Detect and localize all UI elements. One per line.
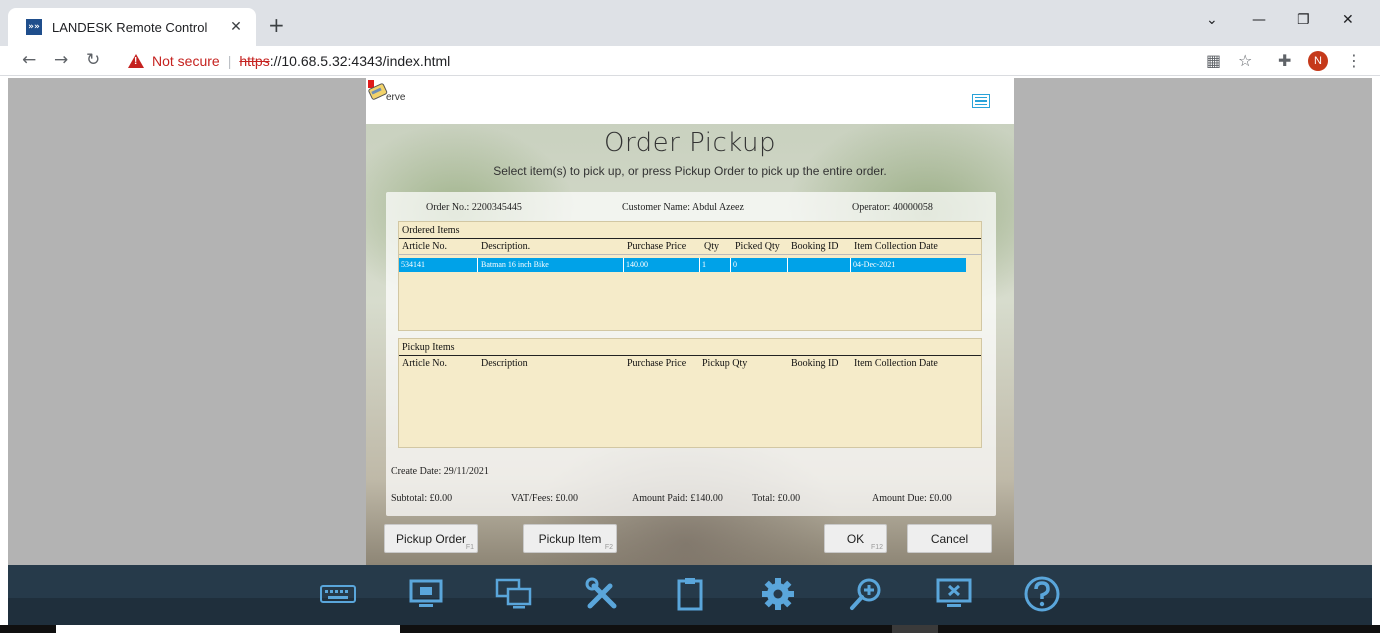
app-header: erve [366, 78, 1014, 124]
profile-avatar[interactable]: N [1308, 51, 1328, 71]
pickup-order-key: F1 [465, 544, 474, 551]
column-header: Description. [481, 241, 531, 252]
order-panel: Order No.: 2200345445 Customer Name: Abd… [386, 192, 996, 516]
column-header: Item Collection Date [854, 241, 938, 252]
pickup-order-button[interactable]: Pickup Order F1 [384, 524, 478, 553]
order-number: Order No.: 2200345445 [426, 202, 522, 213]
amount-due: Amount Due: £0.00 [872, 493, 952, 504]
url-scheme: https [239, 53, 270, 69]
column-header: Pickup Qty [702, 358, 748, 369]
tools-icon[interactable] [582, 574, 622, 614]
warning-icon [128, 54, 144, 68]
browser-tab-strip: »» LANDESK Remote Control ✕ + ⌄ — ❐ ✕ [0, 0, 1380, 46]
vat-fees: VAT/Fees: £0.00 [511, 493, 579, 504]
create-date: Create Date: 29/11/2021 [391, 466, 489, 477]
os-taskbar [0, 625, 1380, 633]
browser-toolbar: ← → ↻ Not secure | https ://10.68.5.32:4… [0, 46, 1380, 76]
restore-button[interactable]: ❐ [1297, 12, 1310, 28]
cancel-button[interactable]: Cancel [907, 524, 992, 553]
cell-qty: 1 [702, 260, 706, 269]
landesk-favicon-icon: »» [26, 19, 42, 35]
tab-title: LANDESK Remote Control [52, 19, 208, 35]
ordered-items-grid: Ordered Items Article No. Description. P… [398, 221, 982, 331]
url-text: ://10.68.5.32:4343/index.html [269, 53, 451, 69]
multi-monitor-icon[interactable] [494, 574, 534, 614]
ok-key: F12 [870, 544, 883, 551]
help-icon[interactable] [1022, 574, 1062, 614]
taskbar-app[interactable] [892, 625, 938, 633]
column-header: Article No. [402, 358, 447, 369]
customer-name: Customer Name: Abdul Azeez [622, 202, 744, 213]
gear-icon[interactable] [758, 574, 798, 614]
qr-code-icon[interactable]: ▦ [1206, 51, 1221, 70]
subtotal: Subtotal: £0.00 [391, 493, 453, 504]
not-secure-label[interactable]: Not secure [152, 53, 220, 69]
column-header: Item Collection Date [854, 358, 938, 369]
back-icon[interactable]: ← [22, 50, 36, 70]
page-title: Order Pickup [603, 128, 777, 158]
ok-label: OK [846, 531, 865, 546]
monitor-icon[interactable] [406, 574, 446, 614]
pickup-order-label: Pickup Order [395, 531, 467, 546]
close-screen-icon[interactable] [934, 574, 974, 614]
taskbar-search-box[interactable] [56, 625, 400, 633]
window-close-button[interactable]: ✕ [1342, 12, 1354, 28]
extensions-icon[interactable]: ✚ [1278, 51, 1291, 70]
column-header: Booking ID [791, 358, 839, 369]
tab-search-icon[interactable]: ⌄ [1206, 12, 1218, 28]
amount-paid: Amount Paid: £140.00 [632, 493, 723, 504]
minimize-button[interactable]: — [1252, 12, 1266, 28]
keyboard-icon[interactable] [318, 574, 358, 614]
omnibox-separator: | [227, 53, 232, 69]
pickup-item-button[interactable]: Pickup Item F2 [523, 524, 617, 553]
zoom-in-icon[interactable] [846, 574, 886, 614]
column-header: Qty [704, 241, 719, 252]
pickup-item-key: F2 [604, 544, 613, 551]
reload-icon[interactable]: ↻ [86, 50, 100, 70]
page-subtitle: Select item(s) to pick up, or press Pick… [493, 164, 887, 178]
new-tab-button[interactable]: + [268, 13, 285, 37]
address-bar[interactable]: Not secure | https ://10.68.5.32:4343/in… [118, 48, 1198, 74]
column-header: Booking ID [791, 241, 839, 252]
table-row[interactable]: 534141 Batman 16 inch Bike 140.00 1 0 04… [399, 258, 966, 272]
ok-button[interactable]: OK F12 [824, 524, 887, 553]
cell-picked-qty: 0 [733, 260, 737, 269]
ordered-items-header: Article No. Description. Purchase Price … [399, 239, 981, 255]
cell-description: Batman 16 inch Bike [481, 260, 549, 269]
tab-close-icon[interactable]: ✕ [226, 19, 246, 35]
column-header: Picked Qty [735, 241, 780, 252]
column-header: Description [481, 358, 528, 369]
app-logo-text: erve [386, 92, 406, 103]
cell-article: 534141 [401, 260, 425, 269]
remote-app-window: erve Order Pickup Select item(s) to pick… [366, 78, 1014, 568]
forward-icon[interactable]: → [54, 50, 68, 70]
column-header: Article No. [402, 241, 447, 252]
cancel-label: Cancel [930, 531, 969, 546]
cell-price: 140.00 [626, 260, 648, 269]
pickup-items-grid: Pickup Items Article No. Description Pur… [398, 338, 982, 448]
total: Total: £0.00 [752, 493, 801, 504]
browser-tab[interactable]: »» LANDESK Remote Control ✕ [8, 8, 256, 46]
pickup-items-header: Article No. Description Purchase Price P… [399, 356, 981, 372]
browser-menu-icon[interactable]: ⋮ [1346, 51, 1362, 70]
column-header: Purchase Price [627, 241, 687, 252]
ordered-items-title: Ordered Items [399, 222, 981, 239]
clipboard-icon[interactable] [670, 574, 710, 614]
pickup-item-label: Pickup Item [538, 531, 602, 546]
pickup-items-title: Pickup Items [399, 339, 981, 356]
operator: Operator: 40000058 [852, 202, 933, 213]
bookmark-star-icon[interactable]: ☆ [1238, 51, 1252, 70]
column-header: Purchase Price [627, 358, 687, 369]
cell-collection-date: 04-Dec-2021 [853, 260, 896, 269]
hamburger-menu-icon[interactable] [972, 94, 990, 108]
